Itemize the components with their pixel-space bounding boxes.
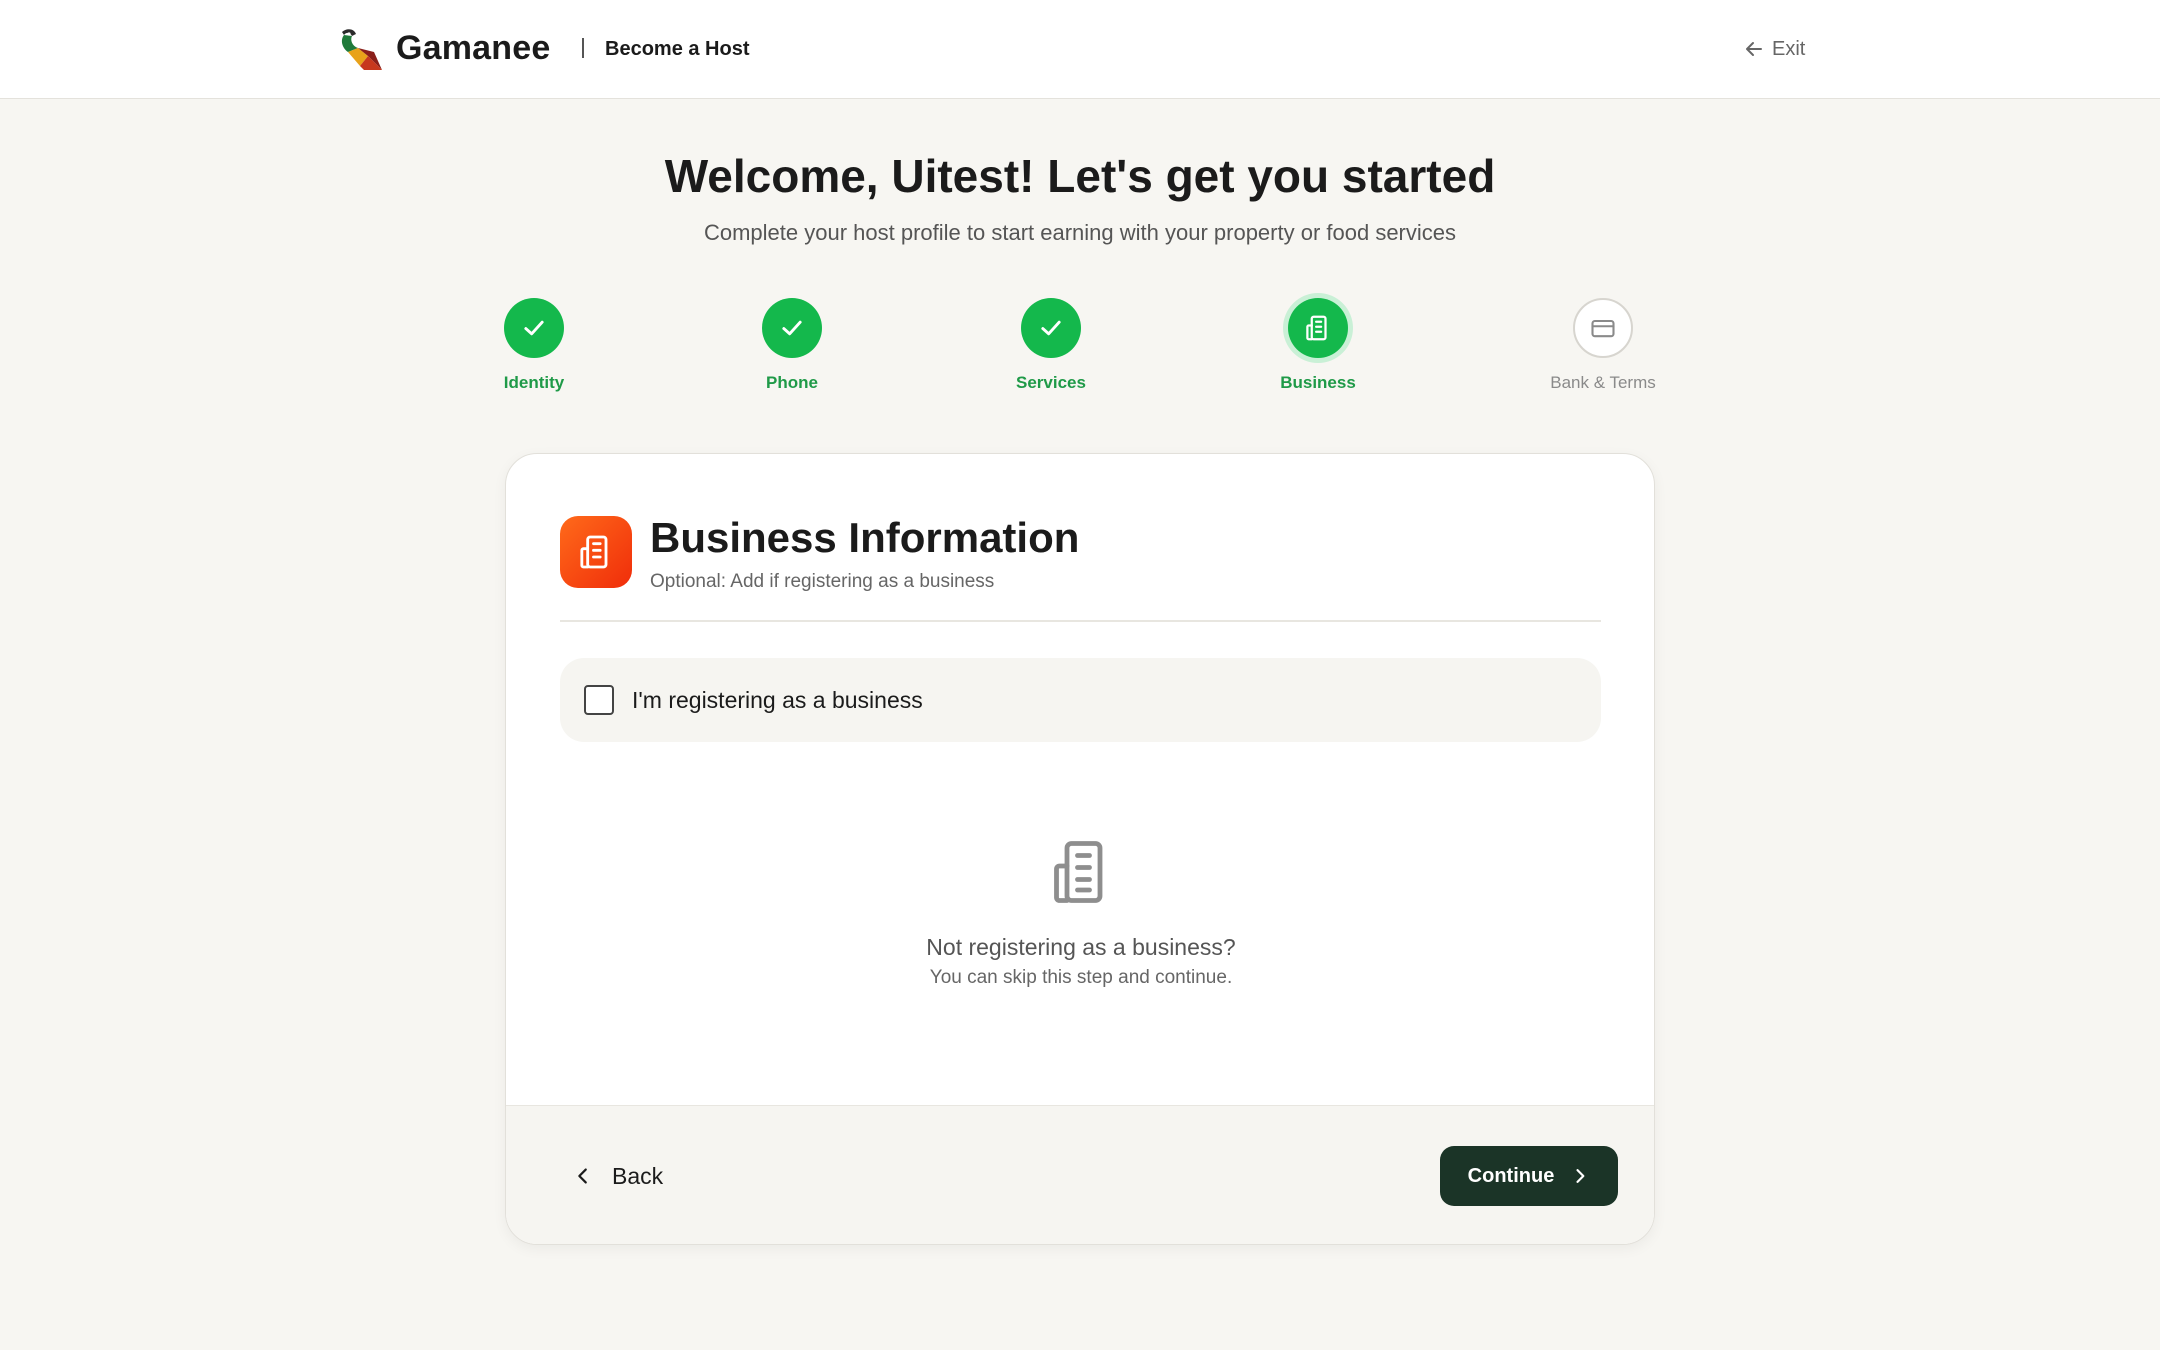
brand-separator — [582, 38, 584, 58]
step-circle — [1021, 298, 1081, 358]
business-info-card: Business Information Optional: Add if re… — [505, 453, 1655, 1245]
chevron-right-icon — [1576, 1169, 1585, 1183]
continue-label: Continue — [1467, 1164, 1555, 1187]
business-checkbox-row[interactable]: I'm registering as a business — [560, 658, 1601, 742]
skip-title: Not registering as a business? — [926, 934, 1236, 960]
step-circle — [1288, 298, 1348, 358]
page-subtitle: Complete your host profile to start earn… — [703, 220, 1457, 245]
card-divider — [560, 620, 1601, 622]
skip-subtitle: You can skip this step and continue. — [929, 967, 1233, 988]
step-business[interactable]: Business — [1218, 298, 1418, 394]
building-icon — [1306, 315, 1327, 341]
page-title: Welcome, Uitest! Let's get you started — [664, 150, 1496, 202]
building-icon — [1054, 841, 1103, 903]
back-label: Back — [612, 1162, 664, 1189]
card-footer: Back Continue — [506, 1105, 1654, 1244]
gamanee-logo-icon — [341, 29, 382, 70]
card-title: Business Information — [650, 514, 1080, 561]
building-icon — [580, 535, 608, 569]
back-button[interactable]: Back — [572, 1156, 663, 1196]
step-label: Services — [1016, 373, 1086, 392]
step-bank-terms[interactable]: Bank & Terms — [1503, 298, 1703, 394]
check-icon — [1041, 320, 1061, 336]
card-icon — [560, 516, 632, 588]
step-circle — [504, 298, 564, 358]
step-services[interactable]: Services — [951, 298, 1151, 394]
top-header: Gamanee Become a Host Exit — [0, 0, 2160, 99]
step-identity[interactable]: Identity — [434, 298, 634, 394]
business-checkbox[interactable] — [584, 685, 614, 715]
check-icon — [782, 320, 802, 336]
card-subtitle: Optional: Add if registering as a busine… — [650, 571, 995, 592]
credit-card-icon — [1591, 319, 1615, 338]
step-circle — [762, 298, 822, 358]
exit-button[interactable]: Exit — [1744, 34, 1805, 64]
continue-button[interactable]: Continue — [1440, 1146, 1618, 1206]
step-label: Phone — [766, 373, 818, 392]
arrow-left-icon — [1746, 42, 1762, 56]
business-checkbox-label: I'm registering as a business — [632, 687, 923, 713]
step-label: Business — [1280, 373, 1356, 392]
section-label: Become a Host — [605, 38, 750, 60]
brand-name: Gamanee — [396, 29, 551, 67]
check-icon — [524, 320, 544, 336]
step-circle — [1573, 298, 1633, 358]
exit-label: Exit — [1772, 37, 1806, 60]
step-label: Bank & Terms — [1550, 373, 1656, 392]
step-phone[interactable]: Phone — [692, 298, 892, 394]
step-label: Identity — [503, 373, 565, 392]
chevron-left-icon — [578, 1168, 587, 1184]
